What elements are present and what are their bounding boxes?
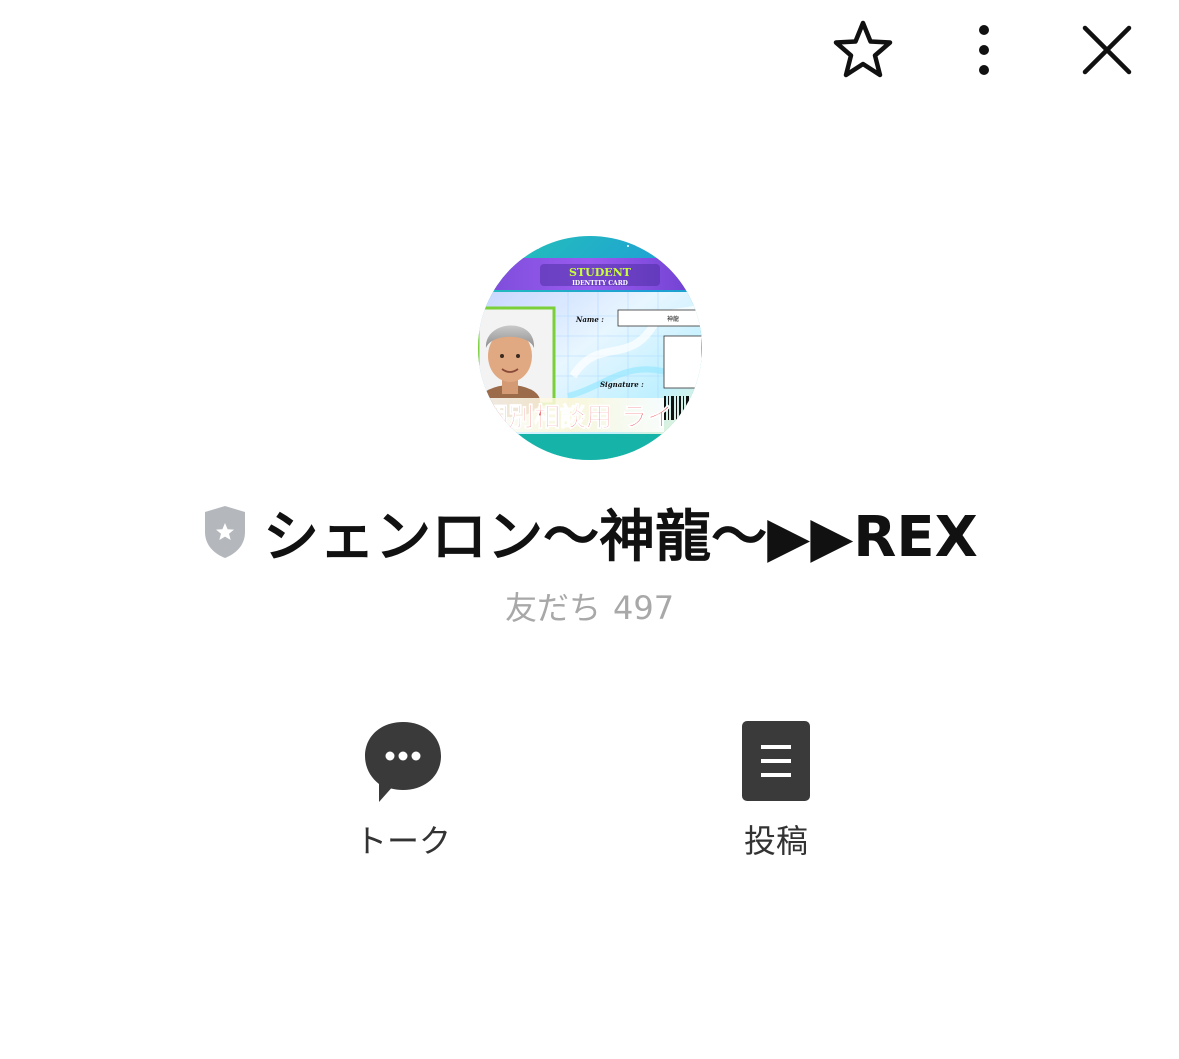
card-banner-text: 個別相談用 ライ bbox=[481, 402, 673, 433]
friends-count: 497 bbox=[612, 589, 675, 627]
talk-button[interactable]: トーク bbox=[303, 716, 503, 866]
posts-label: 投稿 bbox=[743, 822, 808, 860]
favorite-button[interactable] bbox=[827, 14, 899, 86]
chat-bubble-icon bbox=[365, 722, 441, 802]
card-signature-label: Signature : bbox=[600, 380, 644, 389]
avatar-image: STUDENT IDENTITY CARD Name: 神龍 Signatur… bbox=[478, 236, 702, 460]
friends-count-row: 友だち 497 bbox=[0, 583, 1179, 629]
more-options-button[interactable] bbox=[948, 14, 1020, 86]
close-button[interactable] bbox=[1071, 14, 1143, 86]
card-subtitle: IDENTITY CARD bbox=[572, 280, 628, 287]
close-x-icon bbox=[1082, 25, 1132, 75]
account-name: シェンロン〜神龍〜▶︎▶︎REX bbox=[263, 504, 978, 570]
account-name-row: シェンロン〜神龍〜▶︎▶︎REX bbox=[0, 490, 1179, 574]
gray-shield-star-icon bbox=[205, 506, 246, 558]
friends-label: 友だち bbox=[504, 589, 601, 627]
card-title: STUDENT bbox=[569, 266, 632, 279]
profile-page: STUDENT IDENTITY CARD Name: 神龍 Signatur… bbox=[0, 0, 1179, 1059]
posts-button[interactable]: 投稿 bbox=[676, 716, 876, 866]
profile-avatar[interactable]: STUDENT IDENTITY CARD Name: 神龍 Signatur… bbox=[478, 236, 702, 460]
card-name-value: 神龍 bbox=[667, 315, 679, 323]
talk-label: トーク bbox=[354, 822, 451, 860]
vertical-dots-icon bbox=[979, 25, 989, 75]
post-list-icon bbox=[742, 721, 810, 801]
card-name-label: Name : bbox=[575, 315, 604, 324]
star-outline-icon bbox=[833, 20, 893, 78]
